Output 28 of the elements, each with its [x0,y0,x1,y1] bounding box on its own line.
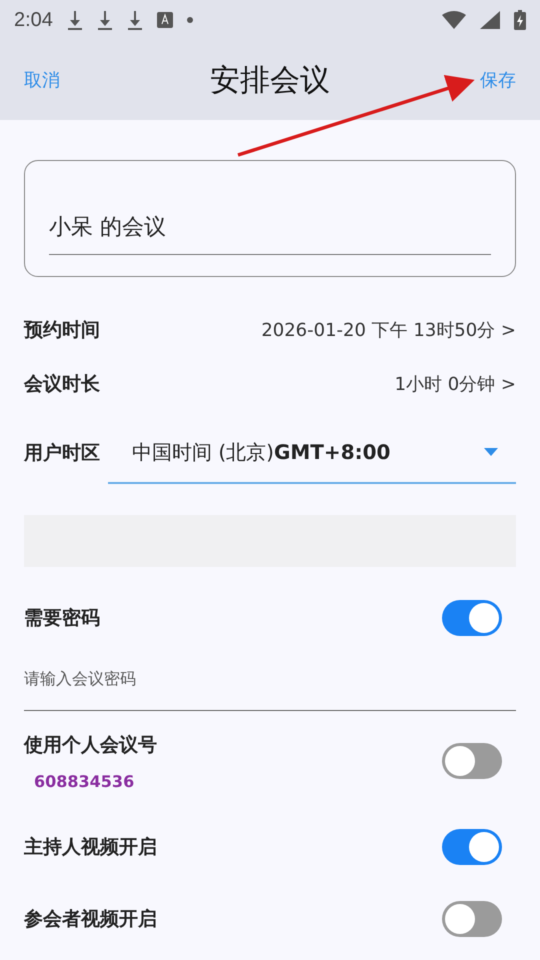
page-title: 安排会议 [210,62,330,100]
timezone-dropdown[interactable]: 中国时间 (北京)GMT+8:00 [108,422,516,484]
dot-icon [186,17,193,23]
switch-label: 主持人视频开启 [24,835,157,860]
dropdown-caret-icon [484,448,498,456]
personal-id-label: 使用个人会议号 [24,732,157,758]
status-time: 2:04 [14,8,53,32]
row-value[interactable]: 2026-01-20 下午 13时50分 > [261,318,516,342]
toggle-switch[interactable] [442,600,502,636]
timezone-label: 用户时区 [24,441,100,466]
download-icon [96,10,113,30]
download-icon [66,10,83,30]
switch-label: 参会者视频开启 [24,907,157,932]
toggle-switch[interactable] [442,829,502,865]
password-field[interactable]: 请输入会议密码 [24,649,516,711]
signal-icon [480,11,500,29]
row-label: 预约时间 [24,318,100,343]
app-icon [156,12,173,28]
topic-field[interactable]: 小呆 的会议 [49,198,491,255]
download-icon [126,10,143,30]
meeting-number: 608834536 [33,772,136,790]
toggle-switch[interactable] [442,743,502,779]
battery-icon [514,10,526,30]
toggle-switch[interactable] [442,901,502,937]
wifi-icon [442,11,466,29]
password-label: 需要密码 [24,606,100,631]
row-label: 会议时长 [24,372,100,397]
row-value[interactable]: 1小时 0分钟 > [394,372,516,396]
